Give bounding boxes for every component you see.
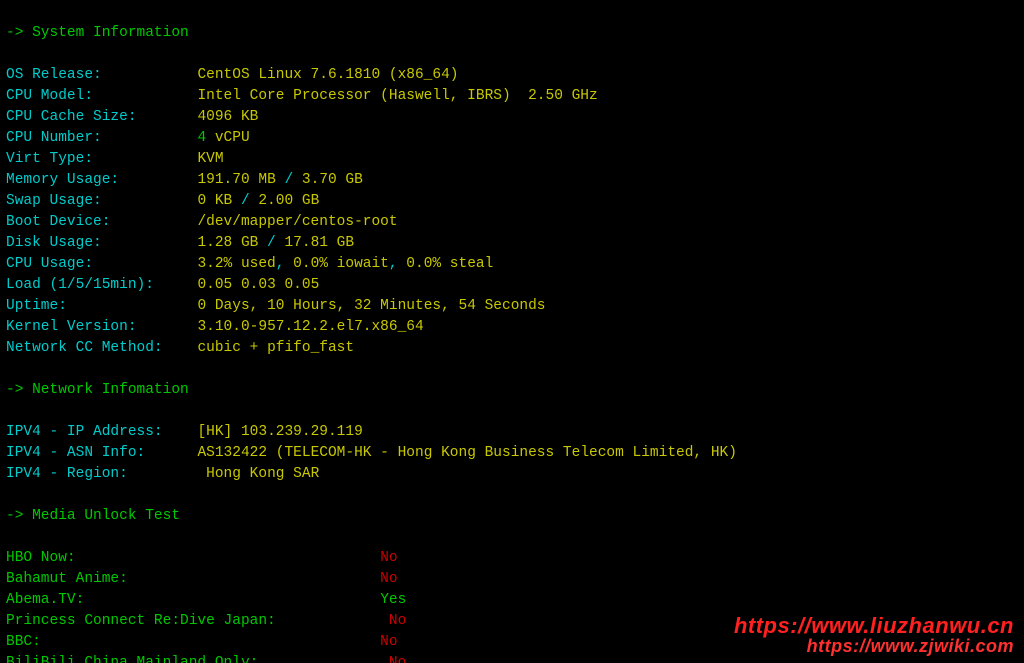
- abema-tv-value: Yes: [380, 592, 406, 608]
- kernel-version-value: 3.10.0-957.12.2.el7.x86_64: [197, 319, 423, 335]
- boot-device-value: /dev/mapper/centos-root: [197, 214, 397, 230]
- cpu-model-label: CPU Model:: [6, 88, 93, 104]
- section-media-heading: -> Media Unlock Test: [6, 508, 180, 524]
- bahamut-anime-label: Bahamut Anime:: [6, 571, 128, 587]
- uptime-label: Uptime:: [6, 298, 67, 314]
- bbc-label: BBC:: [6, 634, 41, 650]
- cc-method-value: cubic + pfifo_fast: [197, 340, 354, 356]
- cpu-usage-iowait: 0.0% iowait: [293, 256, 389, 272]
- ipv4-address-label: IPV4 - IP Address:: [6, 424, 163, 440]
- terminal-output: -> System Information OS Release: CentOS…: [0, 0, 1024, 663]
- watermark-url-1: https://www.liuzhanwu.cn: [734, 615, 1014, 636]
- disk-usage-label: Disk Usage:: [6, 235, 102, 251]
- cpu-model-value: Intel Core Processor (Haswell, IBRS) 2.5…: [197, 88, 597, 104]
- bilibili-cn-value: No: [389, 655, 406, 663]
- swap-used: 0 KB: [197, 193, 232, 209]
- cpu-number-label: CPU Number:: [6, 130, 102, 146]
- load-value: 0.05 0.03 0.05: [197, 277, 319, 293]
- cpu-usage-label: CPU Usage:: [6, 256, 93, 272]
- boot-device-label: Boot Device:: [6, 214, 110, 230]
- abema-tv-label: Abema.TV:: [6, 592, 84, 608]
- cpu-usage-used: 3.2% used: [197, 256, 275, 272]
- hbo-now-value: No: [380, 550, 397, 566]
- disk-total: 17.81 GB: [284, 235, 354, 251]
- cpu-number-count: 4: [197, 130, 206, 146]
- swap-usage-label: Swap Usage:: [6, 193, 102, 209]
- ipv4-region-label: IPV4 - Region:: [6, 466, 128, 482]
- ipv4-asn-value: AS132422 (TELECOM-HK - Hong Kong Busines…: [197, 445, 737, 461]
- watermark: https://www.liuzhanwu.cn https://www.zjw…: [734, 615, 1014, 657]
- ipv4-address-value: [HK] 103.239.29.119: [197, 424, 362, 440]
- bilibili-cn-label: BiliBili China Mainland Only:: [6, 655, 258, 663]
- princess-connect-value: No: [389, 613, 406, 629]
- os-release-label: OS Release:: [6, 67, 102, 83]
- os-release-value: CentOS Linux 7.6.1810 (x86_64): [197, 67, 458, 83]
- virt-type-label: Virt Type:: [6, 151, 93, 167]
- uptime-value: 0 Days, 10 Hours, 32 Minutes, 54 Seconds: [197, 298, 545, 314]
- cpu-number-unit: vCPU: [206, 130, 250, 146]
- hbo-now-label: HBO Now:: [6, 550, 76, 566]
- memory-total: 3.70 GB: [302, 172, 363, 188]
- cpu-cache-value: 4096 KB: [197, 109, 258, 125]
- section-netinfo-heading: -> Network Infomation: [6, 382, 189, 398]
- cpu-usage-steal: 0.0% steal: [406, 256, 493, 272]
- memory-usage-label: Memory Usage:: [6, 172, 119, 188]
- princess-connect-label: Princess Connect Re:Dive Japan:: [6, 613, 276, 629]
- watermark-url-2: https://www.zjwiki.com: [734, 636, 1014, 657]
- bahamut-anime-value: No: [380, 571, 397, 587]
- kernel-version-label: Kernel Version:: [6, 319, 137, 335]
- ipv4-region-value: Hong Kong SAR: [197, 466, 319, 482]
- load-label: Load (1/5/15min):: [6, 277, 154, 293]
- disk-used: 1.28 GB: [197, 235, 258, 251]
- cpu-cache-label: CPU Cache Size:: [6, 109, 137, 125]
- memory-used: 191.70 MB: [197, 172, 275, 188]
- bbc-value: No: [380, 634, 397, 650]
- swap-total: 2.00 GB: [258, 193, 319, 209]
- section-sysinfo-heading: -> System Information: [6, 25, 189, 41]
- ipv4-asn-label: IPV4 - ASN Info:: [6, 445, 145, 461]
- cc-method-label: Network CC Method:: [6, 340, 163, 356]
- virt-type-value: KVM: [197, 151, 223, 167]
